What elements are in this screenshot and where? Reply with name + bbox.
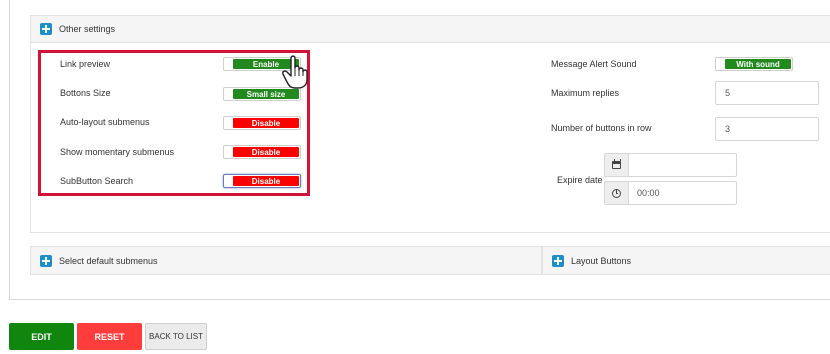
select-default-submenus-title: Select default submenus	[59, 255, 158, 266]
calendar-icon-addon[interactable]	[605, 154, 629, 176]
clock-icon-addon[interactable]	[605, 182, 629, 204]
message-alert-sound-toggle[interactable]: With sound	[715, 57, 793, 71]
show-momentary-submenus-toggle[interactable]: Disable	[223, 145, 301, 159]
edit-button[interactable]: EDIT	[9, 323, 74, 350]
calendar-icon	[612, 159, 621, 169]
show-momentary-submenus-label: Show momentary submenus	[60, 147, 175, 157]
buttons-size-label: Bottons Size	[60, 88, 111, 98]
expand-plus-icon[interactable]	[40, 254, 52, 267]
layout-buttons-title: Layout Buttons	[571, 255, 632, 266]
expire-date-label: Expire date	[557, 175, 603, 185]
maximum-replies-label: Maximum replies	[551, 88, 620, 98]
hand-pointer-icon	[282, 55, 308, 89]
maximum-replies-input[interactable]: 5	[715, 81, 819, 105]
layout-buttons-card[interactable]: Layout Buttons	[542, 246, 830, 275]
auto-layout-submenus-toggle[interactable]: Disable	[223, 116, 301, 130]
subbutton-search-toggle[interactable]: Disable	[223, 174, 301, 188]
toggle-knob	[225, 59, 233, 69]
select-default-submenus-card[interactable]: Select default submenus	[30, 246, 542, 275]
expire-date-input[interactable]	[604, 153, 737, 177]
toggle-knob	[225, 118, 233, 128]
toggle-state: With sound	[725, 59, 791, 69]
other-settings-header[interactable]: Other settings	[31, 16, 830, 43]
expand-plus-icon[interactable]	[552, 254, 564, 267]
buttons-in-row-input[interactable]: 3	[715, 117, 819, 141]
back-to-list-button[interactable]: BACK TO LIST	[145, 323, 207, 350]
toggle-state: Disable	[233, 147, 299, 157]
toggle-knob	[225, 147, 233, 157]
toggle-knob	[225, 89, 233, 99]
toggle-state: Small size	[233, 89, 299, 99]
toggle-state: Disable	[233, 118, 299, 128]
expire-time-input[interactable]: 00:00	[604, 181, 737, 205]
toggle-knob	[225, 176, 233, 186]
auto-layout-submenus-label: Auto-layout submenus	[60, 117, 150, 127]
time-value: 00:00	[637, 188, 660, 198]
date-value	[629, 154, 637, 176]
clock-icon	[612, 188, 621, 198]
toggle-state: Disable	[233, 176, 299, 186]
message-alert-sound-label: Message Alert Sound	[551, 59, 637, 69]
buttons-in-row-label: Number of buttons in row	[551, 123, 652, 133]
link-preview-label: Link preview	[60, 59, 111, 69]
subbutton-search-label: SubButton Search	[60, 176, 134, 186]
reset-button[interactable]: RESET	[77, 323, 142, 350]
expand-plus-icon[interactable]	[40, 23, 52, 35]
other-settings-title: Other settings	[59, 24, 116, 34]
toggle-knob	[717, 59, 725, 69]
